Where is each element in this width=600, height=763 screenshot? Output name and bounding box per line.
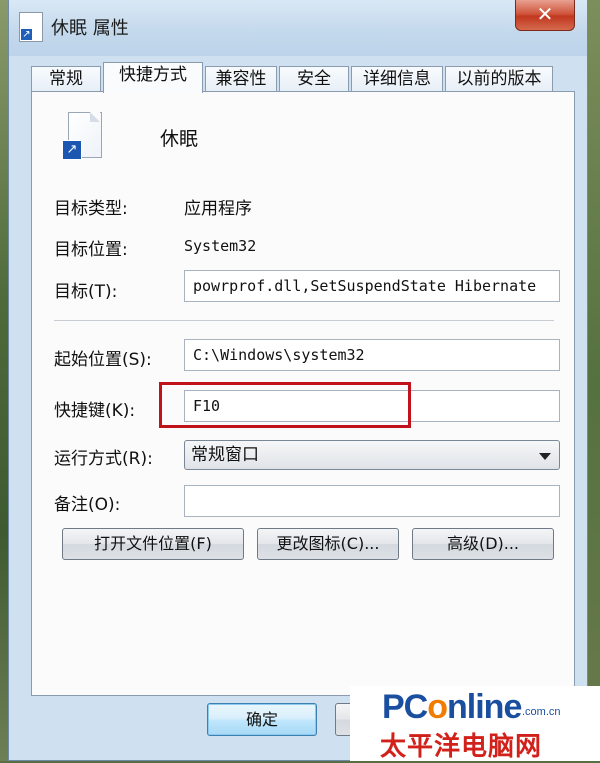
watermark-logo: PConline [382, 688, 522, 726]
window-title: 休眠 属性 [51, 18, 129, 39]
shortcut-panel: ↗ 休眠 目标类型: 应用程序 目标位置: System32 目标(T): po… [31, 91, 575, 696]
tab-shortcut[interactable]: 快捷方式 [103, 62, 203, 93]
start-in-input[interactable]: C:\Windows\system32 [184, 339, 560, 371]
shortcut-name: 休眠 [160, 128, 199, 150]
change-icon-button[interactable]: 更改图标(C)... [257, 528, 399, 560]
watermark-domain: .com.cn [522, 706, 561, 718]
open-file-location-button[interactable]: 打开文件位置(F) [62, 528, 244, 560]
shortcut-arrow-icon: ↗ [62, 140, 82, 160]
title-bar: ↗ 休眠 属性 ✕ [9, 0, 587, 56]
pconline-watermark: PConline .com.cn 太平洋电脑网 [350, 686, 600, 762]
target-location-value: System32 [184, 237, 257, 255]
run-label: 运行方式(R): [54, 449, 153, 469]
run-mode-select[interactable]: 常规窗口 [184, 440, 560, 470]
comment-input[interactable] [184, 485, 560, 517]
tab-previous-versions[interactable]: 以前的版本 [445, 66, 553, 92]
tab-general[interactable]: 常规 [31, 66, 101, 92]
shortcut-key-label: 快捷键(K): [54, 401, 136, 421]
target-label: 目标(T): [54, 282, 118, 302]
ok-button[interactable]: 确定 [207, 703, 317, 736]
desktop-background-right [586, 0, 600, 761]
tab-compatibility[interactable]: 兼容性 [205, 66, 277, 92]
tab-security[interactable]: 安全 [279, 66, 349, 92]
close-button[interactable]: ✕ [515, 0, 575, 31]
tab-details[interactable]: 详细信息 [351, 66, 443, 92]
start-in-label: 起始位置(S): [54, 350, 152, 370]
comment-label: 备注(O): [54, 495, 121, 515]
shortcut-file-icon: ↗ [62, 112, 102, 160]
advanced-button[interactable]: 高级(D)... [412, 528, 554, 560]
target-type-value: 应用程序 [184, 199, 252, 219]
highlight-annotation-box [159, 382, 411, 428]
target-input[interactable]: powrprof.dll,SetSuspendState Hibernate [184, 270, 560, 302]
target-type-label: 目标类型: [54, 199, 128, 219]
target-location-label: 目标位置: [54, 240, 128, 260]
separator [54, 320, 554, 321]
properties-dialog: ↗ 休眠 属性 ✕ 常规 快捷方式 兼容性 安全 详细信息 以前的版本 ↗ 休眠… [8, 0, 588, 761]
watermark-chinese-name: 太平洋电脑网 [380, 732, 543, 762]
run-mode-value: 常规窗口 [191, 445, 259, 465]
dropdown-arrow-icon [539, 453, 551, 460]
shortcut-file-icon: ↗ [19, 12, 43, 42]
